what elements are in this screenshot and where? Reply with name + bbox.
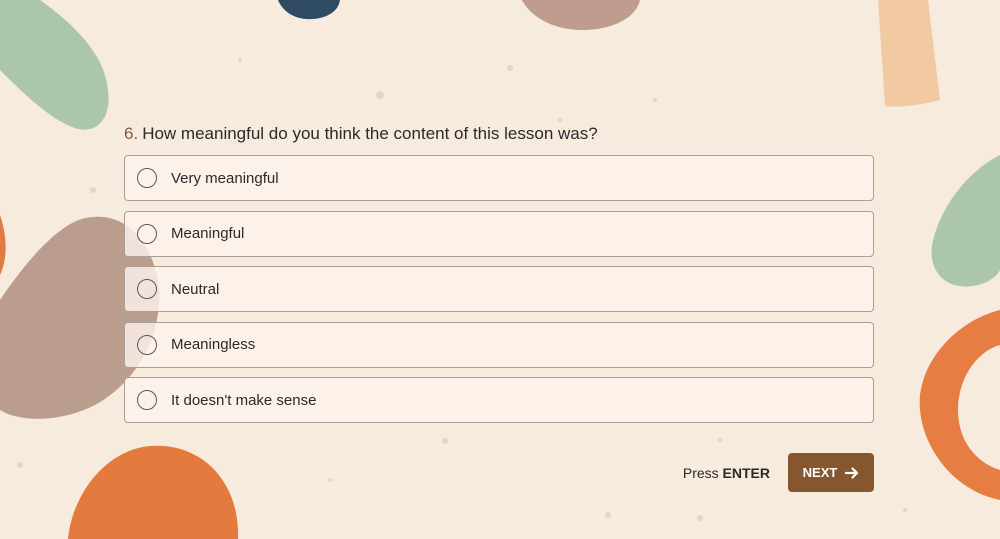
option-meaningless[interactable]: Meaningless: [124, 321, 874, 368]
option-label: Very meaningful: [171, 169, 279, 187]
option-does-not-make-sense[interactable]: It doesn't make sense: [124, 377, 874, 423]
radio-circle-icon[interactable]: [137, 334, 157, 355]
option-label: Neutral: [171, 280, 220, 298]
option-label: Meaningful: [171, 225, 245, 242]
question-text: How meaningful do you think the content …: [142, 124, 598, 143]
hint-key: ENTER: [722, 464, 770, 481]
answer-options: Very meaningful Meaningful Neutral Meani…: [124, 155, 874, 433]
option-label: Meaningless: [171, 336, 256, 353]
option-meaningful[interactable]: Meaningful: [124, 210, 874, 257]
radio-circle-icon[interactable]: [137, 223, 157, 244]
question-number: 6.: [124, 124, 139, 143]
hint-prefix: Press: [682, 464, 719, 481]
option-label: It doesn't make sense: [171, 391, 317, 409]
radio-circle-icon[interactable]: [137, 390, 157, 410]
option-neutral[interactable]: Neutral: [124, 266, 874, 312]
arrow-right-icon: [845, 466, 859, 479]
next-button[interactable]: NEXT: [788, 453, 874, 492]
next-label: NEXT: [802, 465, 838, 480]
radio-circle-icon[interactable]: [137, 279, 157, 299]
question-heading: 6. How meaningful do you think the conten…: [124, 124, 598, 144]
keyboard-hint: Press ENTER: [683, 465, 770, 481]
radio-circle-icon[interactable]: [137, 168, 157, 188]
option-very-meaningful[interactable]: Very meaningful: [124, 155, 874, 201]
question-footer: Press ENTER NEXT: [683, 453, 874, 492]
